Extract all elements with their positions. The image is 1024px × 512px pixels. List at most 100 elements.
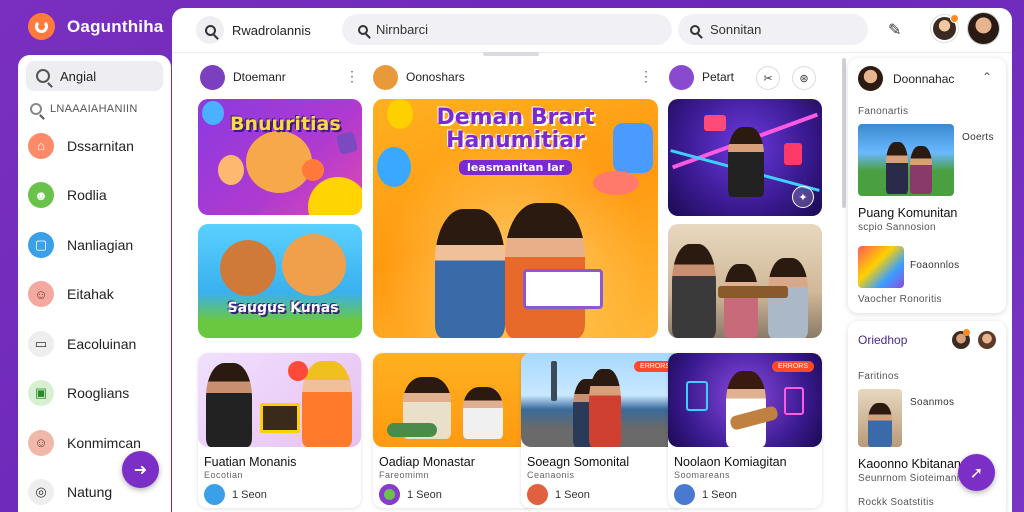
community-subtitle: Seunrnom Sioteimanis — [858, 473, 965, 484]
secondary-search-input[interactable]: Sonnitan — [678, 14, 868, 45]
profile-icon: ☺ — [28, 281, 54, 308]
secondary-search-value: Sonnitan — [710, 22, 762, 37]
avatar — [204, 484, 225, 505]
cartoon-character — [246, 131, 312, 193]
card-subtitle: Ceanaonis — [527, 470, 575, 480]
create-button[interactable]: ➜ — [122, 451, 159, 488]
search-icon — [358, 24, 368, 35]
sidebar-item-3[interactable]: ☺ Eitahak — [26, 270, 163, 320]
scrollbar[interactable] — [842, 58, 846, 208]
community-card-header: Doonnahac — [858, 66, 954, 91]
notification-dot — [950, 14, 959, 23]
card-meta: 1 Seon — [555, 489, 590, 501]
community-row-text: Foaonnlos — [910, 260, 960, 271]
community-subtitle: scpio Sannosion — [858, 222, 936, 233]
avatar — [200, 64, 225, 90]
more-icon[interactable]: ⋮ — [345, 68, 359, 85]
groups-icon: ▣ — [28, 380, 54, 407]
thumbnail-title: Saugus Kunas — [227, 300, 339, 316]
chevron-up-icon[interactable]: ⌃ — [982, 70, 992, 84]
video-thumbnail[interactable]: Bnuuritias — [198, 99, 362, 215]
avatar — [527, 484, 548, 505]
sidebar-item-5[interactable]: ▣ Rooglians — [26, 369, 163, 419]
avatar — [379, 484, 400, 505]
search-icon — [36, 69, 50, 83]
video-card[interactable]: Oadiap Monastar Fareomimn 1 Seon — [373, 353, 536, 508]
user-avatar[interactable] — [968, 13, 999, 44]
community-title: Kaoonno Kbitanan — [858, 457, 961, 471]
video-card[interactable]: ERRORS Soeagn Somonital Ceanaonis 1 Seon — [521, 353, 684, 508]
card-title: Oadiap Monastar — [379, 455, 475, 469]
divider — [172, 52, 1012, 53]
video-thumbnail[interactable]: Saugus Kunas — [198, 224, 362, 338]
create-post-button[interactable]: ➚ — [958, 454, 995, 491]
sidebar-item-label: Rodlia — [67, 187, 107, 204]
video-card[interactable]: Fuatian Monanis Eocotian 1 Seon — [198, 353, 361, 508]
avatar — [858, 66, 883, 91]
community-side-text: Soanmos — [910, 397, 955, 408]
search-icon — [690, 24, 700, 35]
sidebar-item-label: Dssarnitan — [67, 137, 134, 154]
notification-icon[interactable]: ✎ — [888, 20, 901, 40]
card-subtitle: Fareomimn — [379, 470, 430, 480]
more-icon[interactable]: ⋮ — [639, 68, 653, 85]
card-meta: 1 Seon — [407, 489, 442, 501]
brand-logo-icon — [28, 13, 55, 40]
card-subtitle: Eocotian — [204, 470, 244, 480]
settings-icon: ◎ — [28, 479, 54, 506]
sidebar-item-1[interactable]: ☻ Rodlia — [26, 171, 163, 221]
column-header-2[interactable]: Petart — [669, 64, 734, 90]
sidebar-item-4[interactable]: ▭ Eacoluinan — [26, 319, 163, 369]
featured-thumbnail[interactable]: Deman Brart Hanumitiar Ieasmanitan Iar — [373, 99, 658, 338]
sidebar: Angial LNAAAIAHANIIN ⌂ Dssarnitan ☻ Rodl… — [18, 55, 171, 512]
community-thumbnail[interactable] — [858, 124, 954, 196]
explore-button[interactable]: Rwadrolannis — [196, 16, 311, 44]
video-thumbnail[interactable]: ✦ — [668, 99, 822, 216]
chat-icon: ▢ — [28, 231, 54, 258]
community-thumbnail[interactable] — [858, 389, 902, 447]
person-figure — [728, 127, 764, 197]
sidebar-item-0[interactable]: ⌂ Dssarnitan — [26, 121, 163, 171]
sidebar-item-label: Konmimcan — [67, 434, 141, 451]
status-badge: ERRORS — [772, 361, 814, 372]
settings-icon[interactable]: ⊛ — [792, 66, 816, 90]
explore-label: Rwadrolannis — [232, 22, 311, 38]
card-title: Soeagn Somonital — [527, 455, 630, 469]
community-card[interactable]: Doonnahac ⌃ Fanonartis Ooerts Puang Komu… — [848, 58, 1006, 313]
sidebar-item-label: Eitahak — [67, 286, 114, 303]
avatar — [674, 484, 695, 505]
search-input[interactable]: Nirnbarci — [342, 14, 672, 45]
section-label: Faritinos — [858, 371, 900, 382]
topbar: Rwadrolannis Nirnbarci Sonnitan ✎ — [172, 8, 1012, 52]
community-side-text: Ooerts — [962, 132, 994, 143]
sidebar-item-2[interactable]: ▢ Nanliagian — [26, 220, 163, 270]
arrow-icon: ➚ — [969, 464, 984, 482]
avatar — [373, 64, 398, 90]
community-footer: Rockk Soatstitis — [858, 497, 934, 508]
search-input-value: Nirnbarci — [376, 22, 429, 37]
play-icon[interactable]: ✦ — [792, 186, 814, 208]
brand[interactable]: Oagunthiha — [28, 13, 163, 40]
column-header-0[interactable]: Dtoemanr — [200, 64, 286, 90]
featured-title: Deman Brart Hanumitiar Ieasmanitan Iar — [436, 105, 595, 175]
main-panel: Rwadrolannis Nirnbarci Sonnitan ✎ Dtoema… — [172, 8, 1012, 512]
avatar — [978, 331, 996, 349]
community-thumbnail[interactable] — [858, 246, 904, 288]
community-title: Puang Komunitan — [858, 206, 958, 220]
avatar[interactable] — [931, 14, 959, 42]
scroll-handle[interactable] — [483, 52, 539, 56]
avatar — [669, 64, 694, 90]
video-thumbnail[interactable] — [668, 224, 822, 338]
sidebar-item-top[interactable]: Angial — [26, 61, 163, 91]
section-label: Fanonartis — [858, 106, 909, 117]
cartoon-character — [220, 240, 276, 296]
sidebar-item-label: Angial — [60, 68, 97, 84]
app-name: Oagunthiha — [67, 16, 164, 36]
video-card[interactable]: ERRORS Noolaon Komiagitan Soomareans 1 S… — [668, 353, 822, 508]
home-icon: ⌂ — [28, 132, 54, 159]
share-icon[interactable]: ✂ — [756, 66, 780, 90]
sidebar-item-label: Eacoluinan — [67, 335, 137, 352]
column-header-1[interactable]: Oonoshars — [373, 64, 465, 90]
person-figure — [672, 244, 716, 338]
card-title: Fuatian Monanis — [204, 455, 297, 469]
